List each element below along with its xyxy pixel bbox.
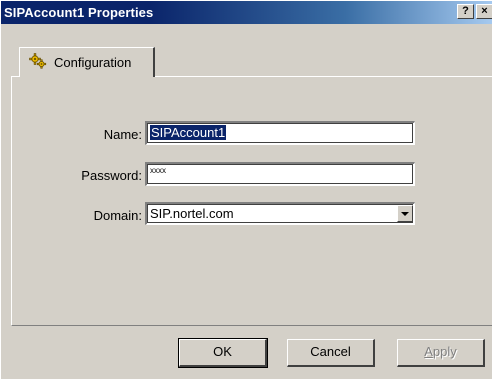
name-field[interactable]: SIPAccount1	[145, 121, 415, 145]
properties-dialog: SIPAccount1 Properties ? × Configuration…	[0, 0, 492, 379]
tab-label: Configuration	[54, 55, 132, 70]
tab-panel: Name: SIPAccount1 Password: xxxx Domain:…	[11, 76, 492, 326]
apply-mnemonic: A	[424, 344, 433, 359]
ok-button[interactable]: OK	[178, 338, 268, 368]
password-label: Password:	[81, 168, 142, 183]
title-bar[interactable]: SIPAccount1 Properties ? ×	[1, 1, 492, 24]
help-button[interactable]: ?	[457, 4, 474, 19]
password-field[interactable]: xxxx	[145, 162, 415, 186]
cancel-button[interactable]: Cancel	[287, 339, 375, 367]
window-title: SIPAccount1 Properties	[4, 5, 154, 20]
chevron-down-icon[interactable]	[397, 205, 413, 222]
tab-configuration[interactable]: Configuration	[19, 47, 155, 77]
apply-label: pply	[432, 344, 457, 359]
name-label: Name:	[103, 127, 142, 142]
name-value: SIPAccount1	[150, 125, 227, 140]
domain-select[interactable]: SIP.nortel.com	[145, 202, 415, 225]
close-button[interactable]: ×	[476, 4, 492, 19]
apply-button[interactable]: Apply	[397, 339, 485, 367]
domain-label: Domain:	[93, 208, 142, 223]
gear-icon	[29, 53, 47, 69]
domain-value: SIP.nortel.com	[150, 206, 234, 221]
password-value: xxxx	[150, 166, 166, 175]
